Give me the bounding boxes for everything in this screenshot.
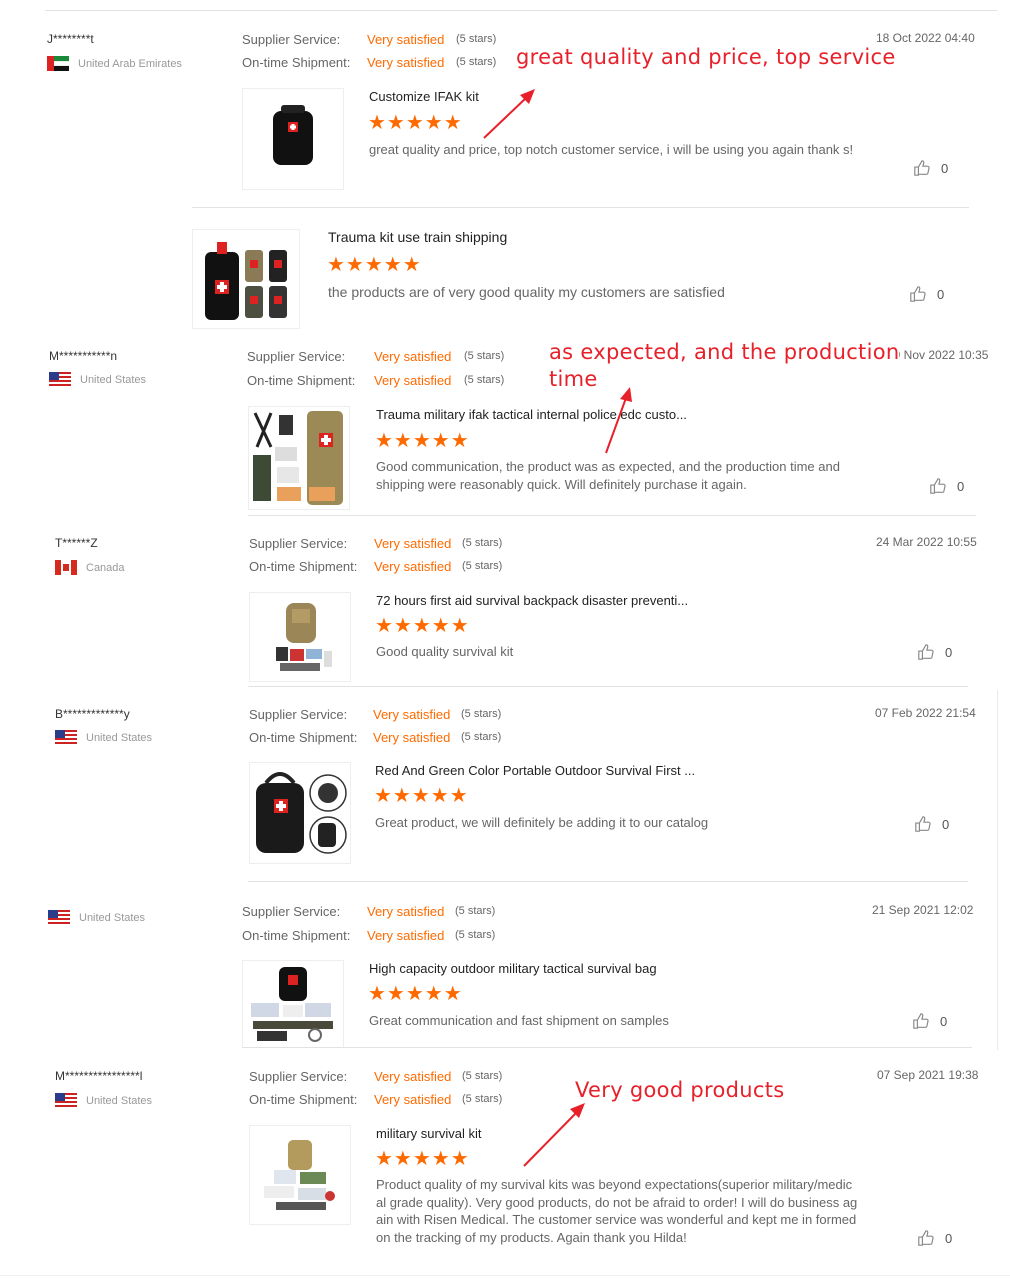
annotation-arrow [523,1103,585,1167]
bottom-divider [0,1275,1010,1276]
